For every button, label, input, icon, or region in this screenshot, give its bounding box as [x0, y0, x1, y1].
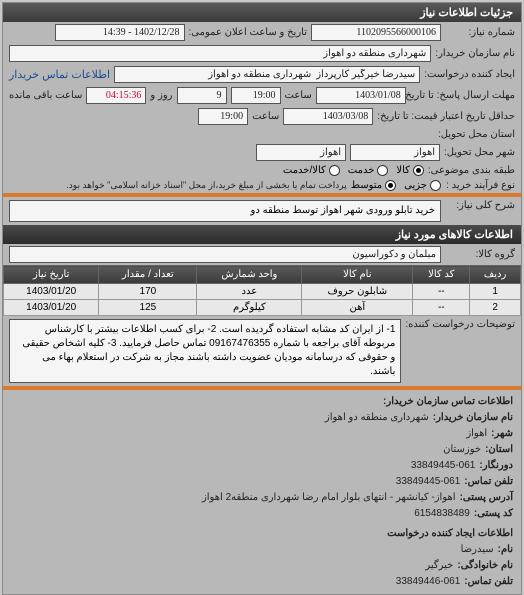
org-city-label: شهر: [491, 426, 513, 442]
notes-box: 1- از ایران کد مشابه استفاده گردیده است.… [9, 319, 401, 383]
org-name: شهرداری منطقه دو اهواز [325, 410, 429, 426]
radio-goods[interactable]: کالا [396, 165, 424, 176]
creator-family: خیرگیر [425, 558, 453, 574]
group-input[interactable] [9, 246, 441, 263]
validity-date-input[interactable] [283, 108, 373, 125]
province-label: استان محل تحویل: [438, 129, 515, 140]
creator-phone-label: تلفن تماس: [464, 574, 513, 590]
general-desc-label: شرح کلی نیاز: [445, 200, 515, 222]
radio-goods-service[interactable]: کالا/خدمت [283, 165, 340, 176]
org-fax-label: دورنگار: [479, 458, 513, 474]
deadline-label: مهلت ارسال پاسخ: تا تاریخ: [410, 90, 515, 101]
org-info-title: اطلاعات تماس سازمان خریدار: [11, 394, 513, 410]
validity-label: حداقل تاریخ اعتبار قیمت: تا تاریخ: [377, 111, 515, 122]
req-number-input[interactable] [311, 24, 441, 41]
creator-phone: 33849446-061 [396, 574, 461, 590]
th-qty: تعداد / مقدار [99, 266, 197, 284]
time-label-2: ساعت [252, 111, 279, 122]
th-unit: واحد شمارش [197, 266, 302, 284]
creator-name-label: نام: [498, 542, 513, 558]
org-city: اهواز [466, 426, 487, 442]
general-desc-box: خرید تابلو ورودی شهر اهواز توسط منطقه دو [9, 200, 441, 222]
deadline-date-input[interactable] [316, 87, 406, 104]
org-province-label: استان: [485, 442, 513, 458]
days-remaining-input [177, 87, 227, 104]
th-name: نام کالا [302, 266, 413, 284]
validity-time-input[interactable] [198, 108, 248, 125]
table-row: 2 -- آهن کیلوگرم 125 1403/01/20 [4, 300, 521, 316]
topic-class-label: طبقه بندی موضوعی: [428, 165, 515, 176]
city-label: شهر محل تحویل: [444, 147, 515, 158]
org-address-label: آدرس پستی: [460, 490, 513, 506]
th-code: کد کالا [413, 266, 470, 284]
time-label-1: ساعت [285, 90, 312, 101]
topic-radio-group: کالا خدمت کالا/خدمت [283, 165, 424, 176]
org-phone-label: تلفن تماس: [464, 474, 513, 490]
requester-label: ایجاد کننده درخواست: [424, 69, 515, 80]
org-postal-label: کد پستی: [474, 506, 513, 522]
org-address: اهواز- کیانشهر - انتهای بلوار امام رضا ش… [202, 490, 456, 506]
goods-table: ردیف کد کالا نام کالا واحد شمارش تعداد /… [3, 265, 521, 316]
requester-input[interactable] [114, 66, 420, 83]
purchase-type-label: نوع فرآیند خرید : [445, 180, 515, 191]
days-text: روز و [150, 90, 172, 101]
group-label: گروه کالا: [445, 249, 515, 260]
org-phone: 33849445-061 [396, 474, 461, 490]
th-row: ردیف [470, 266, 521, 284]
notes-label: توضیحات درخواست کننده: [405, 319, 515, 383]
time-remaining-input [86, 87, 146, 104]
creator-name: سیدرضا [461, 542, 494, 558]
req-number-label: شماره نیاز: [445, 27, 515, 38]
org-name-label: نام سازمان خریدار: [433, 410, 513, 426]
buyer-name-label: نام سازمان خریدار: [435, 48, 515, 59]
creator-info-title: اطلاعات ایجاد کننده درخواست [11, 526, 513, 542]
radio-service[interactable]: خدمت [348, 165, 389, 176]
announce-input[interactable] [55, 24, 185, 41]
city-input[interactable] [256, 144, 346, 161]
province-input[interactable] [350, 144, 440, 161]
announce-label: تاریخ و ساعت اعلان عمومی: [189, 27, 308, 38]
radio-small[interactable]: جزیی [404, 180, 441, 191]
remaining-text: ساعت باقی مانده [9, 90, 82, 101]
creator-family-label: نام خانوادگی: [457, 558, 513, 574]
org-fax: 33849445-061 [411, 458, 476, 474]
deadline-time-input[interactable] [231, 87, 281, 104]
purchase-note: پرداخت تمام یا بخشی از مبلغ خرید،از محل … [66, 180, 346, 191]
org-postal: 6154838489 [414, 506, 470, 522]
th-date: تاریخ نیاز [4, 266, 99, 284]
panel-title: جزئیات اطلاعات نیاز [3, 3, 521, 22]
radio-medium[interactable]: متوسط [351, 180, 396, 191]
table-row: 1 -- شابلون حروف عدد 170 1403/01/20 [4, 284, 521, 300]
org-province: خوزستان [443, 442, 481, 458]
goods-section-title: اطلاعات کالاهای مورد نیاز [3, 225, 521, 244]
purchase-radio-group: جزیی متوسط [351, 180, 441, 191]
buyer-contact-link[interactable]: اطلاعات تماس خریدار [9, 68, 110, 81]
buyer-name-input[interactable] [9, 45, 431, 62]
